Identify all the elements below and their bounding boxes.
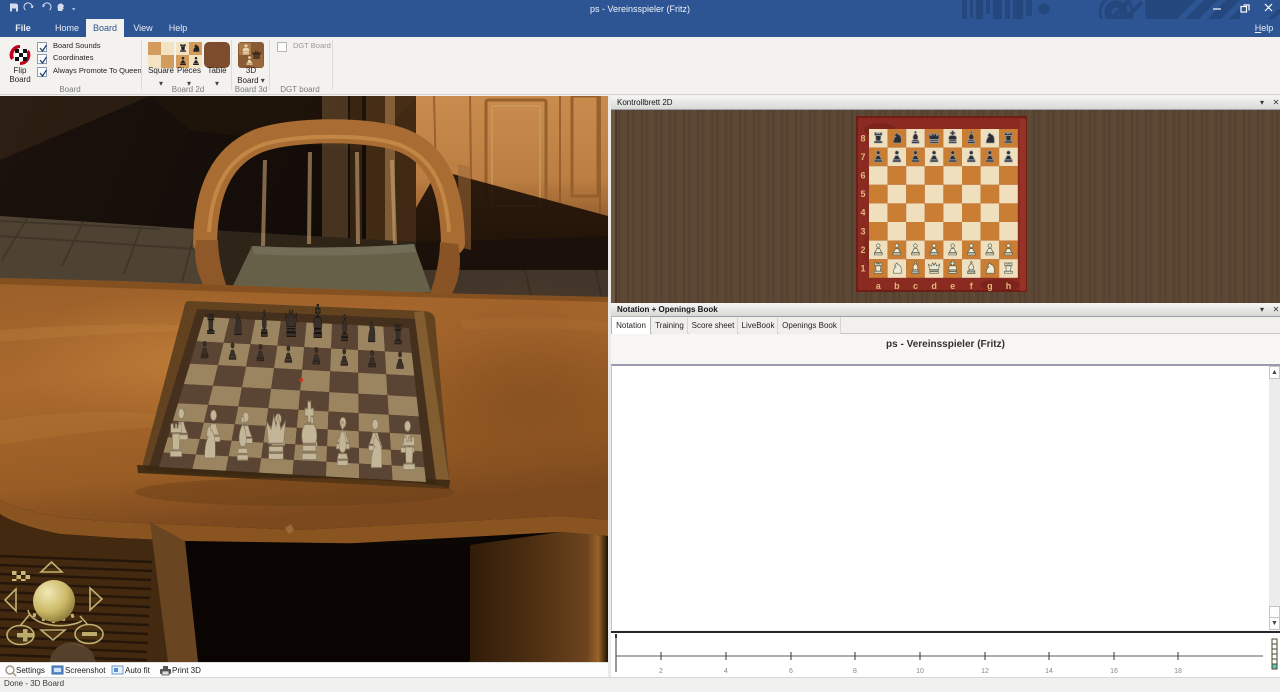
svg-text:e: e [950,281,955,291]
svg-text:1: 1 [860,264,865,274]
svg-text:b: b [894,281,900,291]
svg-text:12: 12 [981,668,989,675]
svg-text:4: 4 [860,208,865,218]
svg-text:4: 4 [724,668,728,675]
svg-text:18: 18 [1174,668,1182,675]
svg-text:16: 16 [1110,668,1118,675]
svg-text:h: h [1006,281,1012,291]
svg-text:5: 5 [860,189,865,199]
svg-text:3: 3 [860,226,865,236]
svg-text:8: 8 [860,133,865,143]
svg-text:2: 2 [659,668,663,675]
svg-text:14: 14 [1045,668,1053,675]
svg-text:7: 7 [860,152,865,162]
svg-text:g: g [987,281,993,291]
svg-text:6: 6 [789,668,793,675]
svg-text:2: 2 [860,245,865,255]
svg-text:10: 10 [916,668,924,675]
svg-text:c: c [913,281,918,291]
svg-text:d: d [931,281,937,291]
svg-text:8: 8 [853,668,857,675]
svg-text:6: 6 [860,171,865,181]
